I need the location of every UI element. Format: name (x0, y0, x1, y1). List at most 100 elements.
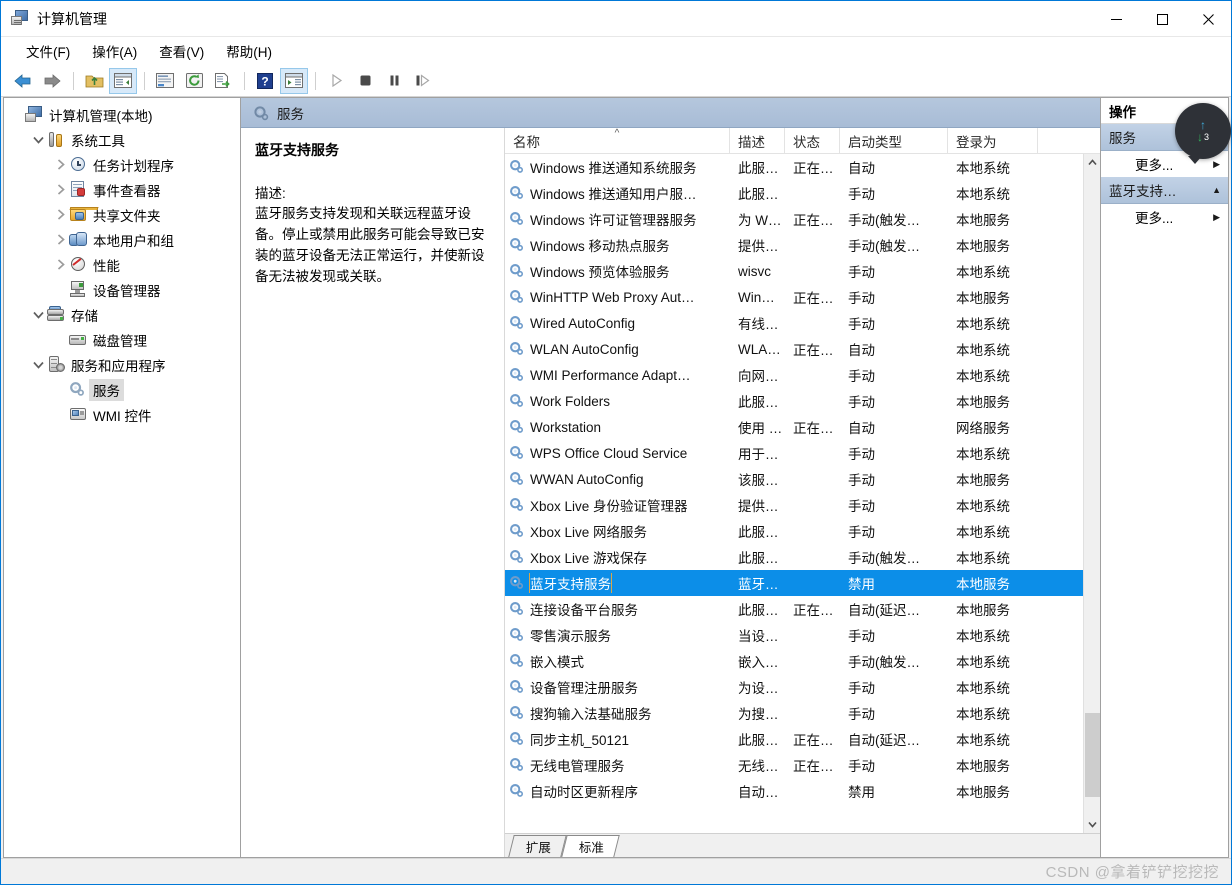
cell-service-name: WLAN AutoConfig (505, 341, 730, 357)
chevron-up-icon[interactable]: ▲ (1212, 185, 1221, 195)
cell-description: 此服… (738, 187, 779, 202)
tree-node-0[interactable]: 计算机管理(本地) (4, 102, 240, 127)
cell-startup-type: 自动 (848, 421, 875, 436)
computer-management-window: 计算机管理 文件(F) 操作(A) 查看(V) 帮助(H) ? 计算机管理(本地… (0, 0, 1232, 885)
table-row[interactable]: WWAN AutoConfig 该服… 手动 本地服务 (505, 466, 1083, 492)
cell-service-name: WWAN AutoConfig (505, 471, 730, 487)
cell-log-on-as: 本地服务 (956, 239, 1010, 254)
cell-startup-type: 手动 (848, 395, 875, 410)
table-row[interactable]: Windows 许可证管理器服务 为 W… 正在… 手动(触发… 本地服务 (505, 206, 1083, 232)
view-tabs[interactable]: 扩展 标准 (505, 833, 1100, 857)
cell-status: 正在… (793, 343, 834, 358)
properties-icon[interactable] (151, 68, 179, 94)
services-pane-header: 服务 (241, 98, 1100, 128)
table-row[interactable]: 设备管理注册服务 为设… 手动 本地系统 (505, 674, 1083, 700)
table-row[interactable]: 蓝牙支持服务 蓝牙… 禁用 本地服务 (505, 570, 1083, 596)
cell-startup-type: 手动 (848, 265, 875, 280)
tree-node-4[interactable]: 共享文件夹 (4, 202, 240, 227)
chevron-right-icon[interactable] (52, 256, 69, 273)
actions-more-bluetooth[interactable]: 更多... ▶ (1101, 204, 1228, 230)
tree-node-2[interactable]: 任务计划程序 (4, 152, 240, 177)
table-row[interactable]: Wired AutoConfig 有线… 手动 本地系统 (505, 310, 1083, 336)
table-row[interactable]: Windows 推送通知用户服… 此服… 手动 本地系统 (505, 180, 1083, 206)
cell-description: 提供… (738, 499, 779, 514)
table-row[interactable]: WLAN AutoConfig WLA… 正在… 自动 本地系统 (505, 336, 1083, 362)
table-row[interactable]: Xbox Live 身份验证管理器 提供… 手动 本地系统 (505, 492, 1083, 518)
tree-node-5[interactable]: 本地用户和组 (4, 227, 240, 252)
tab-extended[interactable]: 扩展 (508, 835, 567, 857)
tree-node-9[interactable]: 磁盘管理 (4, 327, 240, 352)
menu-view[interactable]: 查看(V) (148, 38, 215, 64)
chevron-down-icon[interactable] (30, 356, 47, 373)
tree-node-6[interactable]: 性能 (4, 252, 240, 277)
tab-standard[interactable]: 标准 (561, 835, 620, 857)
table-row[interactable]: 连接设备平台服务 此服… 正在… 自动(延迟… 本地服务 (505, 596, 1083, 622)
tab-label: 扩展 (525, 841, 551, 855)
export-list-icon[interactable] (209, 68, 237, 94)
help-icon[interactable]: ? (251, 68, 279, 94)
cell-service-name: WPS Office Cloud Service (505, 445, 730, 461)
table-row[interactable]: 自动时区更新程序 自动… 禁用 本地服务 (505, 778, 1083, 804)
close-button[interactable] (1185, 1, 1231, 37)
chevron-right-icon[interactable] (52, 231, 69, 248)
forward-icon[interactable] (38, 68, 66, 94)
table-row[interactable]: Workstation 使用 … 正在… 自动 网络服务 (505, 414, 1083, 440)
table-row[interactable]: 无线电管理服务 无线… 正在… 手动 本地服务 (505, 752, 1083, 778)
service-name-text: WMI Performance Adapt… (530, 367, 691, 383)
tree-node-7[interactable]: 设备管理器 (4, 277, 240, 302)
column-header-start[interactable]: 启动类型 (840, 128, 948, 153)
cell-description: 当设… (738, 629, 779, 644)
column-header-desc[interactable]: 描述 (730, 128, 785, 153)
refresh-icon[interactable] (180, 68, 208, 94)
table-row[interactable]: 同步主机_50121 此服… 正在… 自动(延迟… 本地系统 (505, 726, 1083, 752)
table-row[interactable]: Windows 移动热点服务 提供… 手动(触发… 本地服务 (505, 232, 1083, 258)
actions-group-bluetooth[interactable]: 蓝牙支持… ▲ (1101, 177, 1228, 204)
up-one-level-icon[interactable] (80, 68, 108, 94)
column-header-state[interactable]: 状态 (785, 128, 840, 153)
table-row[interactable]: WinHTTP Web Proxy Aut… Win… 正在… 手动 本地服务 (505, 284, 1083, 310)
cell-startup-type: 手动 (848, 759, 875, 774)
tree-node-12[interactable]: WMI 控件 (4, 402, 240, 427)
table-row[interactable]: Work Folders 此服… 手动 本地服务 (505, 388, 1083, 414)
cell-log-on-as: 本地服务 (956, 291, 1010, 306)
table-row[interactable]: Xbox Live 游戏保存 此服… 手动(触发… 本地系统 (505, 544, 1083, 570)
table-row[interactable]: WMI Performance Adapt… 向网… 手动 本地系统 (505, 362, 1083, 388)
tree-node-3[interactable]: 事件查看器 (4, 177, 240, 202)
column-header-logon[interactable]: 登录为 (948, 128, 1038, 153)
chevron-right-icon[interactable] (52, 181, 69, 198)
tree-node-1[interactable]: 系统工具 (4, 127, 240, 152)
back-icon[interactable] (9, 68, 37, 94)
table-row[interactable]: WPS Office Cloud Service 用于… 手动 本地系统 (505, 440, 1083, 466)
table-row[interactable]: Windows 推送通知系统服务 此服… 正在… 自动 本地系统 (505, 154, 1083, 180)
menu-file[interactable]: 文件(F) (15, 38, 81, 64)
table-row[interactable]: 嵌入模式 嵌入… 手动(触发… 本地系统 (505, 648, 1083, 674)
table-row[interactable]: 搜狗输入法基础服务 为搜… 手动 本地系统 (505, 700, 1083, 726)
table-row[interactable]: Windows 预览体验服务 wisvc 手动 本地系统 (505, 258, 1083, 284)
cell-description: 此服… (738, 395, 779, 410)
tree-node-8[interactable]: 存储 (4, 302, 240, 327)
scrollbar-thumb[interactable] (1084, 712, 1100, 797)
chevron-down-icon[interactable] (30, 306, 47, 323)
cell-service-name: Workstation (505, 419, 730, 435)
chevron-down-icon[interactable] (30, 131, 47, 148)
menu-action[interactable]: 操作(A) (81, 38, 148, 64)
table-row[interactable]: Xbox Live 网络服务 此服… 手动 本地系统 (505, 518, 1083, 544)
scroll-down-icon[interactable] (1084, 816, 1101, 833)
show-hide-tree-icon[interactable] (109, 67, 137, 94)
tree-node-10[interactable]: 服务和应用程序 (4, 352, 240, 377)
services-list-scrollbar[interactable] (1083, 154, 1100, 833)
maximize-button[interactable] (1139, 1, 1185, 37)
minimize-button[interactable] (1093, 1, 1139, 37)
chevron-right-icon[interactable] (52, 206, 69, 223)
tree-node-11[interactable]: 服务 (4, 377, 240, 402)
scrollbar-track[interactable] (1083, 171, 1100, 816)
table-row[interactable]: 零售演示服务 当设… 手动 本地系统 (505, 622, 1083, 648)
services-list-body[interactable]: Windows 推送通知系统服务 此服… 正在… 自动 本地系统 Windows 推送通知… (505, 154, 1083, 833)
show-action-pane-icon[interactable] (280, 67, 308, 94)
column-header-name[interactable]: 名称 ^ (505, 128, 730, 153)
menu-help[interactable]: 帮助(H) (215, 38, 283, 64)
network-speed-widget[interactable]: ↑ ↓ 3 (1175, 103, 1231, 164)
chevron-right-icon[interactable] (52, 156, 69, 173)
scroll-up-icon[interactable] (1084, 154, 1101, 171)
console-tree[interactable]: 计算机管理(本地) 系统工具 任务计划程序 事件查看器 共享文件夹 本地用户和组 性能 设备管… (3, 97, 241, 858)
